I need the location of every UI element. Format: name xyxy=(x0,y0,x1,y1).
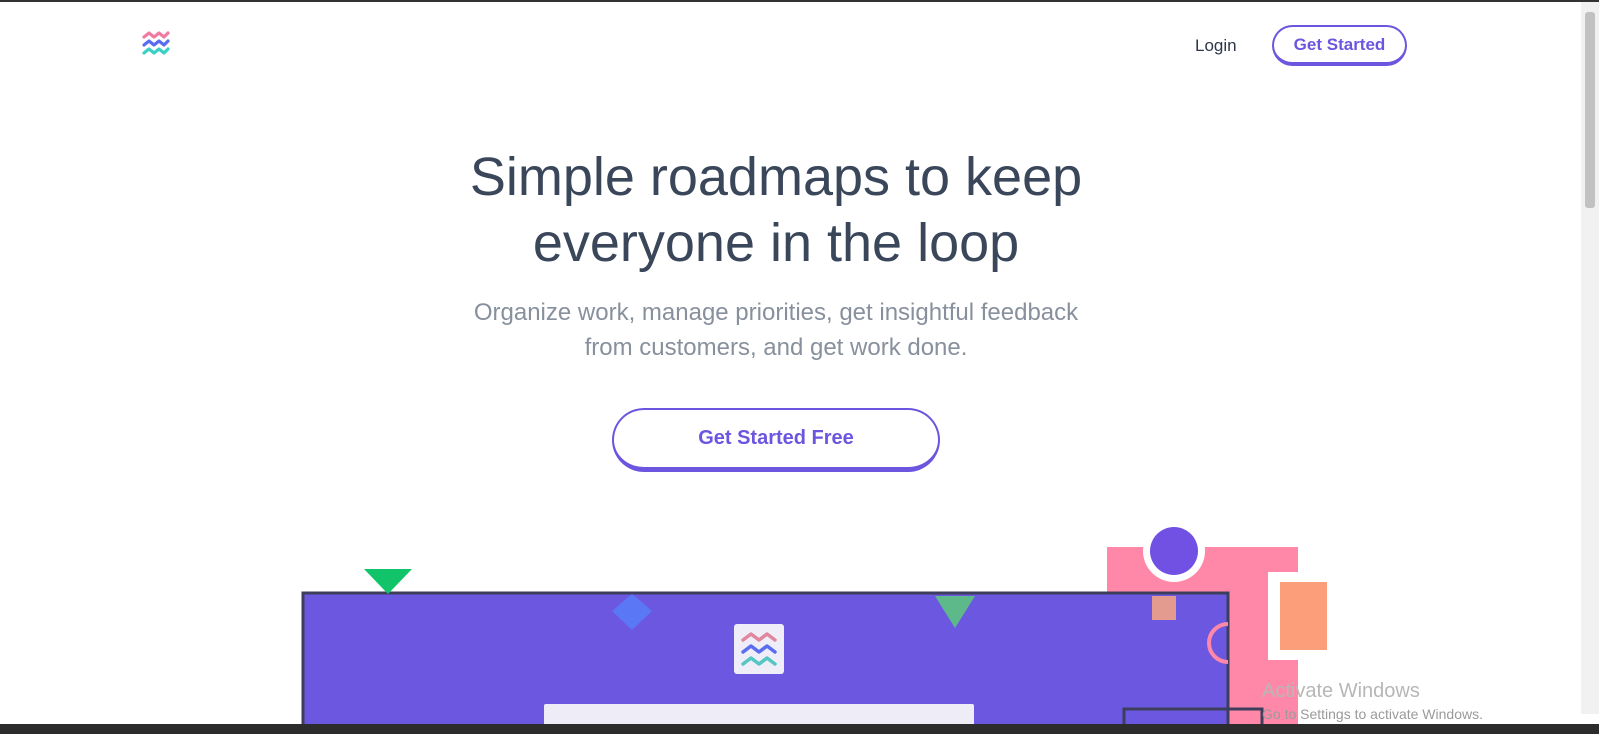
purple-circle-shape-inner xyxy=(1150,527,1198,575)
vertical-scrollbar[interactable] xyxy=(1581,2,1599,714)
subhead-line-2: from customers, and get work done. xyxy=(584,334,968,361)
get-started-button[interactable]: Get Started xyxy=(1272,25,1407,66)
get-started-free-button[interactable]: Get Started Free xyxy=(612,408,940,472)
activate-windows-title: Activate Windows xyxy=(1262,680,1420,702)
app-logo-tile xyxy=(734,624,784,674)
logo-icon[interactable] xyxy=(142,30,170,60)
salmon-square-shape xyxy=(1152,596,1176,620)
activate-windows-subtitle: Go to Settings to activate Windows. xyxy=(1262,706,1483,722)
taskbar xyxy=(0,724,1599,734)
orange-square-shape xyxy=(1280,582,1327,650)
scrollbar-thumb[interactable] xyxy=(1585,12,1595,208)
headline-line-2: everyone in the loop xyxy=(532,213,1020,273)
headline-line-1: Simple roadmaps to keep xyxy=(469,147,1083,207)
login-link[interactable]: Login xyxy=(1195,36,1237,56)
hero-headline: Simple roadmaps to keep everyone in the … xyxy=(0,144,1552,276)
hero-subhead: Organize work, manage priorities, get in… xyxy=(0,295,1552,365)
green-triangle-shape-left xyxy=(364,569,412,594)
app-search-bar xyxy=(544,704,974,726)
subhead-line-1: Organize work, manage priorities, get in… xyxy=(473,299,1079,326)
